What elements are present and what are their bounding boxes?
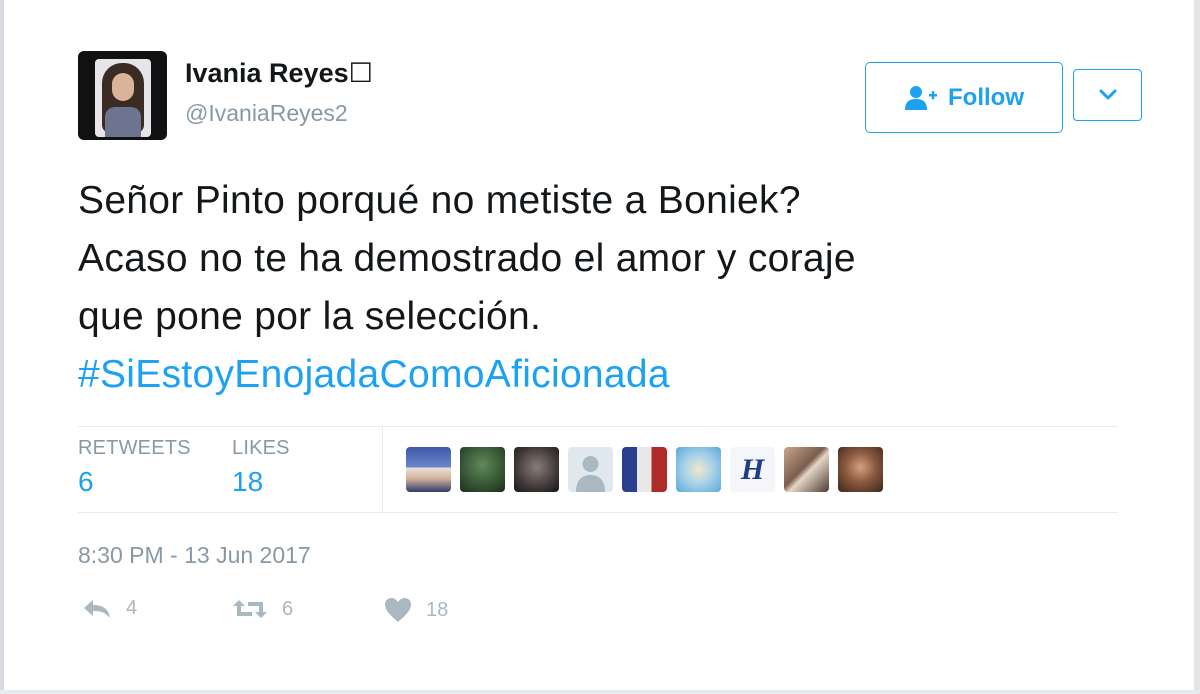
more-options-button[interactable] [1073, 69, 1142, 121]
default-avatar-icon[interactable] [568, 447, 613, 492]
liker-avatar[interactable] [514, 447, 559, 492]
liker-avatar[interactable] [406, 447, 451, 492]
stats-top-divider [78, 426, 1118, 427]
author-handle[interactable]: @IvaniaReyes2 [185, 100, 348, 127]
tweet-text-line: Señor Pinto porqué no metiste a Boniek? [78, 179, 801, 222]
stats-bottom-divider [78, 512, 1118, 513]
likes-count[interactable]: 18 [232, 466, 263, 498]
liker-avatar[interactable] [676, 447, 721, 492]
person-silhouette-icon [576, 456, 605, 492]
author-display-name[interactable]: Ivania Reyes☐ [185, 58, 373, 89]
avatar-shirt [105, 107, 141, 137]
hashtag-link[interactable]: #SiEstoyEnojadaComoAficionada [78, 346, 1138, 404]
window-edge-bottom [0, 690, 1200, 694]
liker-avatar[interactable] [784, 447, 829, 492]
reply-icon [84, 599, 110, 618]
like-button[interactable]: 18 [384, 597, 448, 623]
avatar-letter: H [740, 452, 765, 486]
heart-icon [385, 598, 411, 622]
author-avatar[interactable] [78, 51, 167, 140]
retweets-count[interactable]: 6 [78, 466, 94, 498]
chevron-down-icon [1099, 89, 1116, 100]
follow-person-icon [905, 85, 937, 110]
liker-avatar[interactable] [838, 447, 883, 492]
stats-vertical-divider [382, 426, 383, 512]
reply-count: 4 [126, 597, 138, 619]
avatar-face [112, 73, 134, 101]
tweet-text-line: Acaso no te ha demostrado el amor y cora… [78, 237, 856, 280]
liker-avatar[interactable] [622, 447, 667, 492]
retweet-icon [233, 600, 267, 618]
follow-button[interactable]: Follow [865, 62, 1063, 133]
tweet-timestamp[interactable]: 8:30 PM - 13 Jun 2017 [78, 542, 311, 569]
window-edge-left [0, 0, 4, 694]
retweet-button[interactable]: 6 [232, 597, 293, 621]
like-count: 18 [426, 598, 449, 621]
retweets-label[interactable]: RETWEETS [78, 437, 191, 460]
window-edge-right [1194, 0, 1200, 694]
liker-avatar[interactable]: H [730, 447, 775, 492]
tweet-text: Señor Pinto porqué no metiste a Boniek? … [78, 172, 1138, 404]
tweet-text-line: que pone por la selección. [78, 295, 542, 338]
retweet-count: 6 [282, 597, 294, 620]
liker-avatar[interactable] [460, 447, 505, 492]
follow-label: Follow [948, 83, 1024, 111]
reply-button[interactable]: 4 [82, 597, 137, 620]
likes-label[interactable]: LIKES [232, 437, 290, 460]
